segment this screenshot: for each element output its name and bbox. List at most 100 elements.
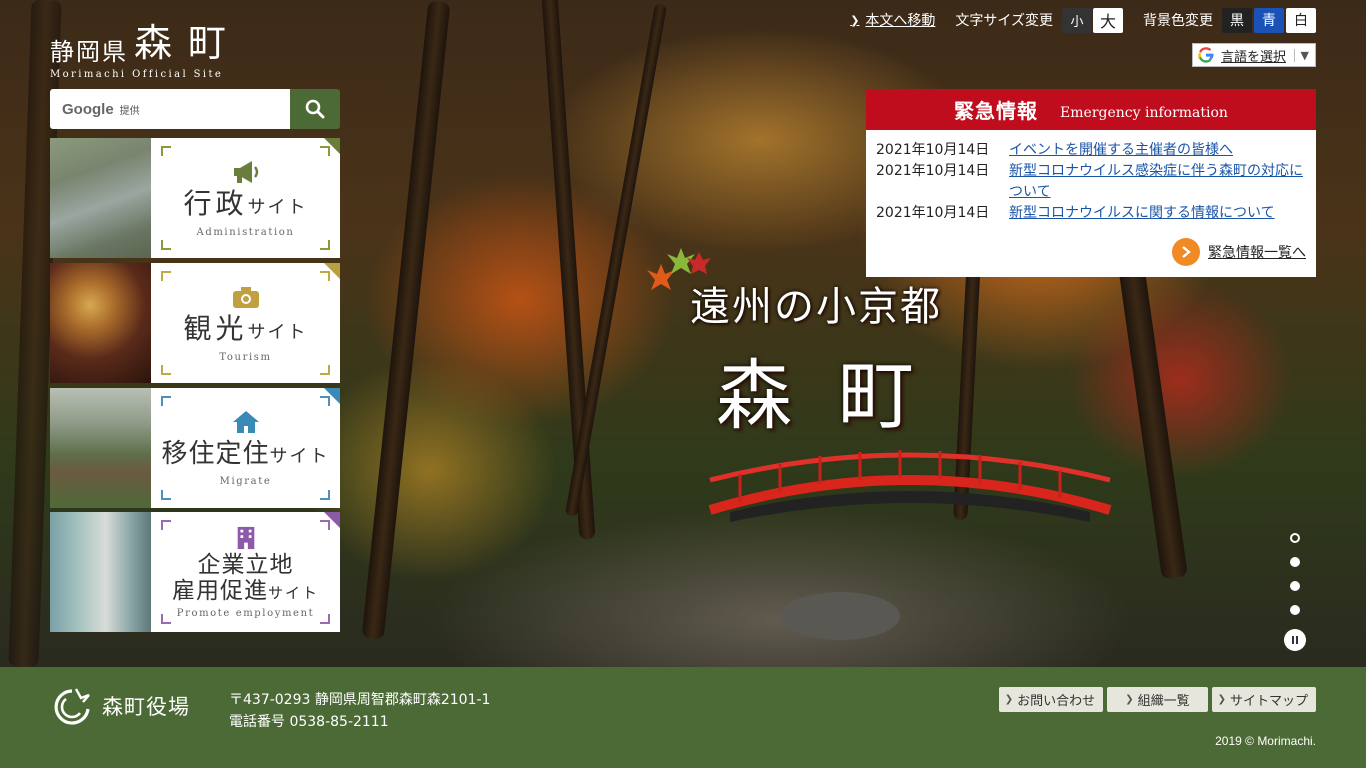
- tile-title: 観光サイト: [183, 312, 307, 350]
- frame-corner: [161, 271, 171, 281]
- utility-bar: ❯ 本文へ移動 文字サイズ変更 小 大 背景色変更 黒 青 白: [850, 7, 1316, 33]
- site-logo[interactable]: 静岡県 森町 Morimachi Official Site: [50, 12, 242, 80]
- frame-corner: [320, 146, 330, 156]
- tile-title: 行政サイト: [183, 187, 307, 225]
- footer-logo: 森町役場: [50, 687, 190, 725]
- list-item: 2021年10月14日 新型コロナウイルス感染症に伴う森町の対応について: [876, 161, 1306, 203]
- emergency-info-panel: 緊急情報 Emergency information 2021年10月14日 イ…: [866, 89, 1316, 277]
- sitemap-button[interactable]: ❯ サイトマップ: [1211, 687, 1316, 712]
- slide-dot-4[interactable]: [1290, 605, 1300, 615]
- tile-name: 行政: [183, 186, 248, 220]
- skip-to-content-link[interactable]: ❯ 本文へ移動: [850, 10, 935, 30]
- logo-subtitle: Morimachi Official Site: [50, 69, 224, 80]
- hero-catchphrase: 遠州の小京都: [690, 284, 942, 330]
- tile-title: 移住定住サイト: [161, 437, 329, 474]
- skip-link-label: 本文へ移動: [865, 13, 936, 29]
- org-list-button[interactable]: ❯ 組織一覧: [1107, 687, 1208, 712]
- tile-name-line1: 企業立地: [197, 551, 294, 578]
- tile-suffix: サイト: [247, 196, 308, 218]
- house-icon: [232, 411, 259, 433]
- site-footer: 森町役場 〒437-0293 静岡県周智郡森町森2101-1 電話番号 0538…: [0, 667, 1366, 768]
- chevron-right-icon: ❯: [1217, 694, 1226, 705]
- item-link[interactable]: 新型コロナウイルスに関する情報について: [1009, 203, 1275, 224]
- search-icon: [305, 99, 325, 119]
- phone-line: 電話番号 0538-85-2111: [229, 714, 389, 730]
- frame-corner: [320, 520, 330, 530]
- bg-black-button[interactable]: 黒: [1222, 7, 1252, 33]
- language-select-label: 言語を選択: [1221, 49, 1287, 65]
- address-line: 〒437-0293 静岡県周智郡森町森2101-1: [229, 692, 491, 708]
- tile-name: 移住定住: [161, 439, 270, 469]
- tile-english: Administration: [196, 226, 295, 238]
- bg-blue-button[interactable]: 青: [1254, 7, 1284, 33]
- tile-suffix: サイト: [247, 321, 308, 343]
- slide-dot-2[interactable]: [1290, 557, 1300, 567]
- item-link[interactable]: 新型コロナウイルス感染症に伴う森町の対応について: [1009, 161, 1306, 203]
- google-g-icon: [1198, 47, 1214, 63]
- provided-by-label: 提供: [119, 105, 140, 117]
- slideshow-pause-button[interactable]: [1284, 629, 1306, 651]
- tile-name: 観光: [183, 311, 248, 345]
- org-list-label: 組織一覧: [1137, 694, 1190, 709]
- slide-dot-3[interactable]: [1290, 581, 1300, 591]
- emergency-title: 緊急情報: [954, 99, 1039, 123]
- contact-button[interactable]: ❯ お問い合わせ: [998, 687, 1104, 712]
- factory-photo: [50, 512, 151, 632]
- bg-white-button[interactable]: 白: [1286, 7, 1316, 33]
- frame-corner: [320, 396, 330, 406]
- pause-icon: [1296, 636, 1298, 644]
- tile-suffix: サイト: [269, 446, 330, 467]
- building-icon: [237, 526, 254, 549]
- town-emblem-icon: [54, 688, 90, 725]
- frame-corner: [161, 614, 171, 624]
- admin-site-link[interactable]: 行政サイト Administration: [50, 138, 340, 258]
- tree-trunk: [540, 0, 596, 540]
- search-input[interactable]: Google 提供: [50, 89, 290, 129]
- office-name: 森町役場: [102, 695, 190, 719]
- aerial-town-photo: [50, 138, 151, 258]
- tree-trunk: [361, 0, 451, 640]
- frame-corner: [320, 614, 330, 624]
- frame-corner: [161, 365, 171, 375]
- search-button[interactable]: [290, 89, 340, 129]
- employment-site-link[interactable]: 企業立地 雇用促進サイト Promote employment: [50, 512, 340, 632]
- bg-color-label: 背景色変更: [1143, 13, 1213, 29]
- frame-corner: [161, 396, 171, 406]
- item-date: 2021年10月14日: [876, 205, 990, 221]
- frame-corner: [161, 146, 171, 156]
- frame-corner: [161, 490, 171, 500]
- tile-name-line2: 雇用促進: [171, 577, 268, 604]
- footer-links: ❯ お問い合わせ ❯ 組織一覧 ❯ サイトマップ: [995, 687, 1316, 712]
- tile-body: 観光サイト Tourism: [151, 263, 340, 383]
- logo-town: 森町: [134, 21, 243, 65]
- hero-title: 森町: [716, 351, 960, 440]
- emergency-title-en: Emergency information: [1060, 104, 1228, 121]
- tourism-site-link[interactable]: 観光サイト Tourism: [50, 263, 340, 383]
- river-stones: [780, 592, 900, 640]
- emergency-more-link[interactable]: 緊急情報一覧へ: [1172, 238, 1306, 266]
- font-size-large-button[interactable]: 大: [1093, 7, 1123, 33]
- chevron-right-icon: ❯: [1125, 694, 1134, 705]
- list-item: 2021年10月14日 イベントを開催する主催者の皆様へ: [876, 140, 1306, 161]
- chevron-right-icon: ❯: [1004, 694, 1014, 705]
- sitemap-label: サイトマップ: [1229, 694, 1308, 709]
- tile-body: 企業立地 雇用促進サイト Promote employment: [151, 512, 340, 632]
- pause-icon: [1292, 636, 1294, 644]
- font-size-label: 文字サイズ変更: [955, 13, 1053, 29]
- slide-dot-1[interactable]: [1290, 533, 1300, 543]
- dropdown-arrow-icon: ▼: [1293, 48, 1315, 62]
- more-label: 緊急情報一覧へ: [1208, 245, 1306, 261]
- arrow-circle-icon: [1172, 238, 1200, 266]
- language-select[interactable]: 言語を選択 ▼: [1192, 43, 1316, 67]
- frame-corner: [320, 490, 330, 500]
- festival-photo: [50, 263, 151, 383]
- tile-english: Tourism: [219, 351, 272, 363]
- emergency-header: 緊急情報 Emergency information: [866, 89, 1316, 130]
- font-size-small-button[interactable]: 小: [1062, 7, 1092, 33]
- item-date: 2021年10月14日: [876, 142, 990, 158]
- emergency-list: 2021年10月14日 イベントを開催する主催者の皆様へ 2021年10月14日…: [866, 130, 1316, 224]
- frame-corner: [320, 240, 330, 250]
- migrate-site-link[interactable]: 移住定住サイト Migrate: [50, 388, 340, 508]
- item-link[interactable]: イベントを開催する主催者の皆様へ: [1009, 140, 1233, 161]
- farmhouse-photo: [50, 388, 151, 508]
